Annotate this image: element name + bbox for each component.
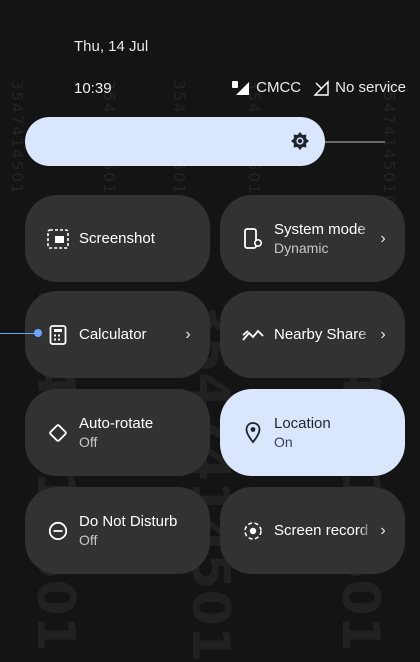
sim-signal-icon [232,80,250,96]
tile-label: Calculator [79,325,147,343]
tile-screenshot[interactable]: Screenshot [25,195,210,282]
clock: 10:39 [74,80,112,97]
tile-do-not-disturb[interactable]: Do Not Disturb Off [25,487,210,574]
touch-pointer-dot [34,329,42,337]
touch-pointer-line [0,333,38,334]
tile-label: Auto-rotate [79,414,154,432]
tile-system-mode[interactable]: System mode Dynamic › [220,195,405,282]
tile-label: Do Not Disturb [79,512,178,530]
brightness-track[interactable] [325,141,385,143]
tile-sublabel: Off [79,531,98,548]
do-not-disturb-icon [47,520,69,542]
tile-screen-record[interactable]: Screen record › [220,487,405,574]
chevron-right-icon: › [380,229,386,247]
chevron-right-icon: › [380,521,386,539]
tile-location[interactable]: Location On [220,389,405,476]
auto-rotate-icon [47,422,69,444]
brightness-icon [290,131,310,156]
screen-record-icon [242,520,264,542]
tile-sublabel: Dynamic [274,239,329,256]
tile-label: Screenshot [79,229,155,247]
brightness-slider[interactable] [25,117,325,166]
nearby-share-icon [242,324,264,346]
tile-label: System mode [274,220,366,238]
chevron-right-icon: › [380,325,386,343]
watermark: 3547414501 [8,80,26,196]
no-signal-icon [313,79,329,96]
tile-label: Location [274,414,331,432]
tile-label: Screen record [274,521,369,539]
tile-label: Nearby Share [274,325,367,343]
calculator-icon [47,324,69,346]
carrier-label: CMCC [256,79,302,96]
location-icon [242,421,264,444]
tile-calculator[interactable]: Calculator › [25,291,210,378]
service-label: No service [335,79,406,96]
status-bar: CMCC No service [232,79,406,96]
tile-nearby-share[interactable]: Nearby Share › [220,291,405,378]
date-label: Thu, 14 Jul [74,38,149,55]
tile-sublabel: Off [79,433,98,450]
system-mode-icon [242,227,264,250]
screenshot-icon [47,228,69,250]
tile-auto-rotate[interactable]: Auto-rotate Off [25,389,210,476]
tile-sublabel: On [274,433,293,450]
chevron-right-icon: › [185,325,191,343]
